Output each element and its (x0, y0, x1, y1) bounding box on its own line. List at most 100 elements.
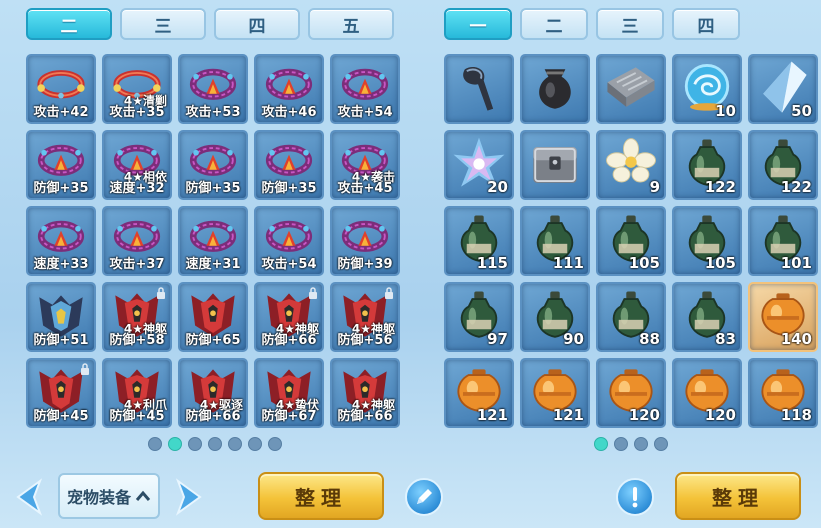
item-stat: 防御+66 (261, 333, 317, 348)
inventory-slot[interactable] (596, 54, 666, 124)
item-stat: 防御+35 (185, 181, 241, 196)
inventory-slot[interactable]: 140 (748, 282, 818, 352)
equipment-slot[interactable]: 4★驱逐 防御+66 (178, 358, 248, 428)
equipment-page-dot[interactable] (208, 437, 222, 451)
equipment-slot[interactable]: 4★神躯 防御+66 (330, 358, 400, 428)
equipment-slot[interactable]: 速度+33 (26, 206, 96, 276)
item-count: 90 (563, 330, 584, 348)
inventory-slot[interactable]: 101 (748, 206, 818, 276)
inventory-page-dot[interactable] (614, 437, 628, 451)
inventory-slot[interactable] (444, 54, 514, 124)
equipment-slot[interactable]: 攻击+37 (102, 206, 172, 276)
inventory-slot[interactable]: 122 (748, 130, 818, 200)
inventory-slot[interactable]: 115 (444, 206, 514, 276)
equipment-slot[interactable]: 防御+45 (26, 358, 96, 428)
inventory-slot[interactable]: 120 (672, 358, 742, 428)
equipment-slot[interactable]: 4★蛰伏 防御+67 (254, 358, 324, 428)
equipment-slot[interactable]: 攻击+53 (178, 54, 248, 124)
inventory-slot[interactable]: 120 (596, 358, 666, 428)
inventory-tab-3[interactable]: 三 (596, 8, 664, 40)
inventory-slot[interactable]: 83 (672, 282, 742, 352)
inventory-slot[interactable]: 121 (520, 358, 590, 428)
inventory-page-dot[interactable] (654, 437, 668, 451)
equipment-page-dot[interactable] (248, 437, 262, 451)
equipment-slot[interactable]: 速度+31 (178, 206, 248, 276)
equipment-page-dot[interactable] (228, 437, 242, 451)
equipment-slot[interactable]: 4★利爪 防御+45 (102, 358, 172, 428)
equipment-slot[interactable]: 4★袭击 攻击+45 (330, 130, 400, 200)
next-arrow-icon[interactable] (172, 477, 208, 517)
equipment-page-dot[interactable] (268, 437, 282, 451)
item-count: 140 (780, 330, 812, 348)
item-count: 83 (715, 330, 736, 348)
equipment-slot[interactable]: 防御+35 (254, 130, 324, 200)
inventory-slot[interactable]: 90 (520, 282, 590, 352)
equipment-slot[interactable]: 4★相依 速度+32 (102, 130, 172, 200)
equipment-tab-2[interactable]: 三 (120, 8, 206, 40)
equipment-slot[interactable]: 防御+35 (26, 130, 96, 200)
prev-arrow-icon[interactable] (10, 477, 46, 517)
equipment-tab-4[interactable]: 五 (308, 8, 394, 40)
inventory-slot[interactable]: 97 (444, 282, 514, 352)
inventory-slot[interactable]: 10 (672, 54, 742, 124)
inventory-tab-2[interactable]: 二 (520, 8, 588, 40)
pet-equipment-dropdown[interactable]: 宠物装备 (58, 473, 160, 519)
inventory-grid: 10 50 20 9 122 122 115 111 105 105 101 97 90 88 83 140 1… (444, 54, 818, 428)
inventory-slot[interactable]: 122 (672, 130, 742, 200)
inventory-slot[interactable]: 105 (672, 206, 742, 276)
inventory-slot[interactable] (520, 130, 590, 200)
inventory-page-dot[interactable] (594, 437, 608, 451)
equipment-slot[interactable]: 攻击+54 (254, 206, 324, 276)
inventory-slot[interactable]: 105 (596, 206, 666, 276)
equipment-slot[interactable]: 攻击+54 (330, 54, 400, 124)
inventory-page-tabs: 一二三四 (444, 8, 740, 40)
equipment-slot[interactable]: 4★神躯 防御+56 (330, 282, 400, 352)
inventory-page-dot[interactable] (634, 437, 648, 451)
inventory-slot[interactable]: 111 (520, 206, 590, 276)
inventory-slot[interactable] (520, 54, 590, 124)
equipment-slot[interactable]: 4★神躯 防御+58 (102, 282, 172, 352)
item-stat: 防御+45 (109, 409, 165, 424)
equipment-slot[interactable]: 防御+65 (178, 282, 248, 352)
item-count: 105 (704, 254, 736, 272)
item-count: 115 (476, 254, 508, 272)
equipment-slot[interactable]: 防御+35 (178, 130, 248, 200)
inventory-tab-1[interactable]: 一 (444, 8, 512, 40)
inventory-slot[interactable]: 118 (748, 358, 818, 428)
inventory-slot[interactable]: 50 (748, 54, 818, 124)
equipment-sort-button[interactable]: 整理 (258, 472, 384, 520)
equipment-slot[interactable]: 4★清剿 攻击+35 (102, 54, 172, 124)
info-button[interactable] (616, 478, 654, 516)
item-image (598, 56, 664, 122)
equipment-slot[interactable]: 防御+39 (330, 206, 400, 276)
equipment-slot[interactable]: 攻击+46 (254, 54, 324, 124)
equipment-tab-3[interactable]: 四 (214, 8, 300, 40)
equipment-slot[interactable]: 4★神躯 防御+66 (254, 282, 324, 352)
inventory-slot[interactable]: 9 (596, 130, 666, 200)
inventory-page-indicator (594, 437, 668, 451)
inventory-tab-4[interactable]: 四 (672, 8, 740, 40)
item-stat: 速度+31 (185, 257, 241, 272)
lock-icon (157, 287, 165, 299)
item-stat: 攻击+54 (261, 257, 317, 272)
item-count: 118 (780, 406, 812, 424)
item-stat: 攻击+35 (109, 105, 165, 120)
inventory-sort-button[interactable]: 整理 (675, 472, 801, 520)
equipment-tab-1[interactable]: 二 (26, 8, 112, 40)
item-stat: 防御+66 (185, 409, 241, 424)
item-stat: 防御+39 (337, 257, 393, 272)
item-stat: 速度+32 (109, 181, 165, 196)
item-count: 50 (791, 102, 812, 120)
item-stat: 防御+51 (33, 333, 89, 348)
inventory-slot[interactable]: 88 (596, 282, 666, 352)
pet-equipment-panel: 二三四五 攻击+42 4★清剿 攻击+35 攻击+53 攻击+46 攻击+54 防御+35 4… (0, 0, 410, 528)
equipment-slot[interactable]: 防御+51 (26, 282, 96, 352)
equipment-page-indicator (148, 437, 282, 451)
equipment-page-dot[interactable] (168, 437, 182, 451)
inventory-slot[interactable]: 121 (444, 358, 514, 428)
inventory-slot[interactable]: 20 (444, 130, 514, 200)
equipment-slot[interactable]: 攻击+42 (26, 54, 96, 124)
equipment-page-dot[interactable] (148, 437, 162, 451)
item-stat: 攻击+45 (337, 181, 393, 196)
equipment-page-dot[interactable] (188, 437, 202, 451)
